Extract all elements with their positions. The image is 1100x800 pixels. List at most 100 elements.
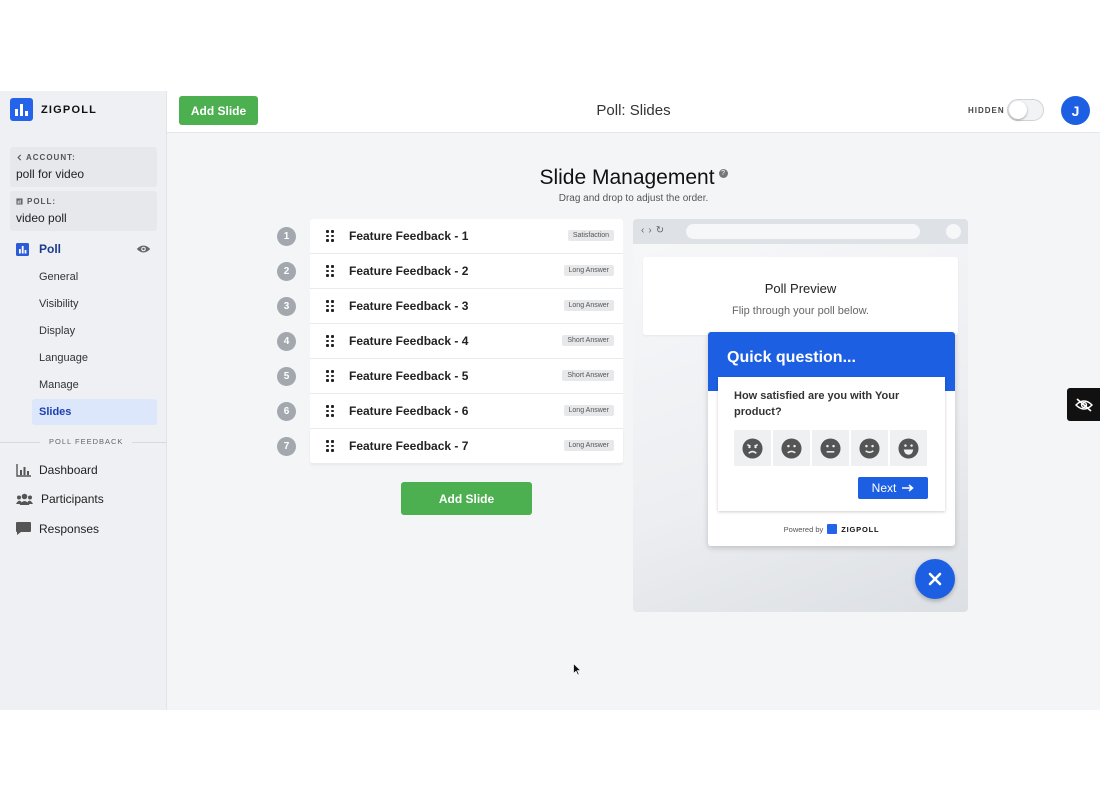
slide-card[interactable]: Feature Feedback - 5 Short Answer xyxy=(310,359,623,394)
logo-text: ZIGPOLL xyxy=(41,103,98,116)
widget-footer: Powered by ZIGPOLL xyxy=(708,524,955,534)
drag-handle-icon[interactable] xyxy=(326,440,334,452)
zigpoll-logo-icon xyxy=(10,98,33,121)
slide-number: 4 xyxy=(277,332,296,351)
sub-item-manage[interactable]: Manage xyxy=(39,379,79,391)
hide-preview-button[interactable] xyxy=(1067,388,1100,421)
slide-name: Feature Feedback - 3 xyxy=(349,299,469,313)
refresh-icon: ↻ xyxy=(655,225,669,236)
neutral-face-icon[interactable] xyxy=(812,430,849,466)
close-widget-button[interactable] xyxy=(915,559,955,599)
next-button[interactable]: Next xyxy=(858,477,928,499)
drag-handle-icon[interactable] xyxy=(326,230,334,242)
mouse-cursor-icon xyxy=(573,663,582,676)
poll-preview-panel: ‹›↻ Poll Preview Flip through your poll … xyxy=(633,219,968,612)
slide-row: 1 Feature Feedback - 1 Satisfaction xyxy=(277,219,625,254)
slide-type-badge: Long Answer xyxy=(563,265,614,276)
section-title: POLL FEEDBACK xyxy=(40,437,133,446)
frowning-face-icon[interactable] xyxy=(773,430,810,466)
page-title: Poll: Slides xyxy=(596,102,671,119)
sub-item-general[interactable]: General xyxy=(39,271,78,283)
slide-name: Feature Feedback - 6 xyxy=(349,404,469,418)
slide-type-badge: Short Answer xyxy=(562,370,614,381)
grinning-face-icon[interactable] xyxy=(890,430,927,466)
slide-row: 4 Feature Feedback - 4 Short Answer xyxy=(277,324,625,359)
slide-number: 1 xyxy=(277,227,296,246)
eye-slash-icon xyxy=(1074,397,1093,412)
nav-poll[interactable]: Poll xyxy=(16,242,151,256)
nav-poll-label: Poll xyxy=(39,242,62,256)
bar-chart-icon xyxy=(16,242,29,256)
slide-number: 6 xyxy=(277,402,296,421)
slide-number: 7 xyxy=(277,437,296,456)
slide-name: Feature Feedback - 7 xyxy=(349,439,469,453)
slide-number: 5 xyxy=(277,367,296,386)
powered-by-brand: ZIGPOLL xyxy=(841,524,880,534)
eye-icon[interactable] xyxy=(136,244,151,254)
drag-handle-icon[interactable] xyxy=(326,370,334,382)
nav-dashboard[interactable]: Dashboard xyxy=(16,463,98,477)
drag-handle-icon[interactable] xyxy=(326,335,334,347)
sub-item-language[interactable]: Language xyxy=(39,352,88,364)
slide-name: Feature Feedback - 5 xyxy=(349,369,469,383)
angry-face-icon[interactable] xyxy=(734,430,771,466)
slide-type-badge: Short Answer xyxy=(562,335,614,346)
slide-type-badge: Long Answer xyxy=(563,300,614,311)
poll-icon xyxy=(16,198,23,205)
slide-card[interactable]: Feature Feedback - 7 Long Answer xyxy=(310,429,623,464)
slide-name: Feature Feedback - 2 xyxy=(349,264,469,278)
app-window: ZIGPOLL ACCOUNT: poll for video POLL: vi… xyxy=(0,91,1100,710)
widget-body: How satisfied are you with Your product? xyxy=(718,377,945,511)
drag-handle-icon[interactable] xyxy=(326,405,334,417)
drag-handle-icon[interactable] xyxy=(326,265,334,277)
sub-item-visibility[interactable]: Visibility xyxy=(39,298,79,310)
sub-item-display[interactable]: Display xyxy=(39,325,75,337)
close-icon xyxy=(928,572,942,586)
section-heading: Slide Management? xyxy=(167,166,1100,190)
slide-name: Feature Feedback - 1 xyxy=(349,229,469,243)
toggle-knob xyxy=(1009,101,1027,119)
powered-by-text: Powered by xyxy=(783,524,824,534)
chevron-left-icon xyxy=(17,154,22,161)
slide-type-badge: Long Answer xyxy=(563,405,614,416)
arrow-right-icon xyxy=(902,484,915,492)
slide-row: 7 Feature Feedback - 7 Long Answer xyxy=(277,429,625,464)
nav-responses-label: Responses xyxy=(39,522,100,536)
slide-card[interactable]: Feature Feedback - 3 Long Answer xyxy=(310,289,623,324)
top-bar: Add Slide Poll: Slides HIDDEN J xyxy=(167,91,1100,133)
slide-card[interactable]: Feature Feedback - 2 Long Answer xyxy=(310,254,623,289)
poll-card[interactable]: POLL: video poll xyxy=(10,191,157,231)
sidebar: ZIGPOLL ACCOUNT: poll for video POLL: vi… xyxy=(0,91,167,710)
slide-card[interactable]: Feature Feedback - 4 Short Answer xyxy=(310,324,623,359)
slide-card[interactable]: Feature Feedback - 6 Long Answer xyxy=(310,394,623,429)
forward-icon: › xyxy=(648,225,656,236)
help-icon[interactable]: ? xyxy=(718,169,728,178)
section-subtitle: Drag and drop to adjust the order. xyxy=(558,193,709,204)
nav-participants-label: Participants xyxy=(41,492,104,506)
poll-label: POLL: xyxy=(27,197,56,206)
smiling-face-icon[interactable] xyxy=(851,430,888,466)
chat-bubble-icon xyxy=(16,522,31,535)
account-card[interactable]: ACCOUNT: poll for video xyxy=(10,147,157,187)
next-button-label: Next xyxy=(871,481,897,495)
slide-management-title: Slide Management xyxy=(539,166,715,189)
slide-card[interactable]: Feature Feedback - 1 Satisfaction xyxy=(310,219,623,254)
nav-responses[interactable]: Responses xyxy=(16,522,99,536)
drag-handle-icon[interactable] xyxy=(326,300,334,312)
preview-title: Poll Preview xyxy=(764,281,837,296)
nav-participants[interactable]: Participants xyxy=(16,492,104,506)
hidden-label: HIDDEN xyxy=(968,106,1005,115)
bar-chart-icon xyxy=(16,463,31,477)
logo[interactable]: ZIGPOLL xyxy=(10,98,97,121)
sub-item-slides[interactable]: Slides xyxy=(32,399,157,425)
add-slide-button[interactable]: Add Slide xyxy=(401,482,532,515)
slide-name: Feature Feedback - 4 xyxy=(349,334,469,348)
satisfaction-scale xyxy=(734,430,927,466)
account-value: poll for video xyxy=(16,167,85,181)
avatar[interactable]: J xyxy=(1061,96,1090,125)
preview-info-card: Poll Preview Flip through your poll belo… xyxy=(643,257,958,335)
slide-type-badge: Satisfaction xyxy=(567,230,614,241)
zigpoll-logo-icon xyxy=(827,524,838,534)
hidden-toggle[interactable] xyxy=(1007,99,1044,121)
slide-number: 2 xyxy=(277,262,296,281)
